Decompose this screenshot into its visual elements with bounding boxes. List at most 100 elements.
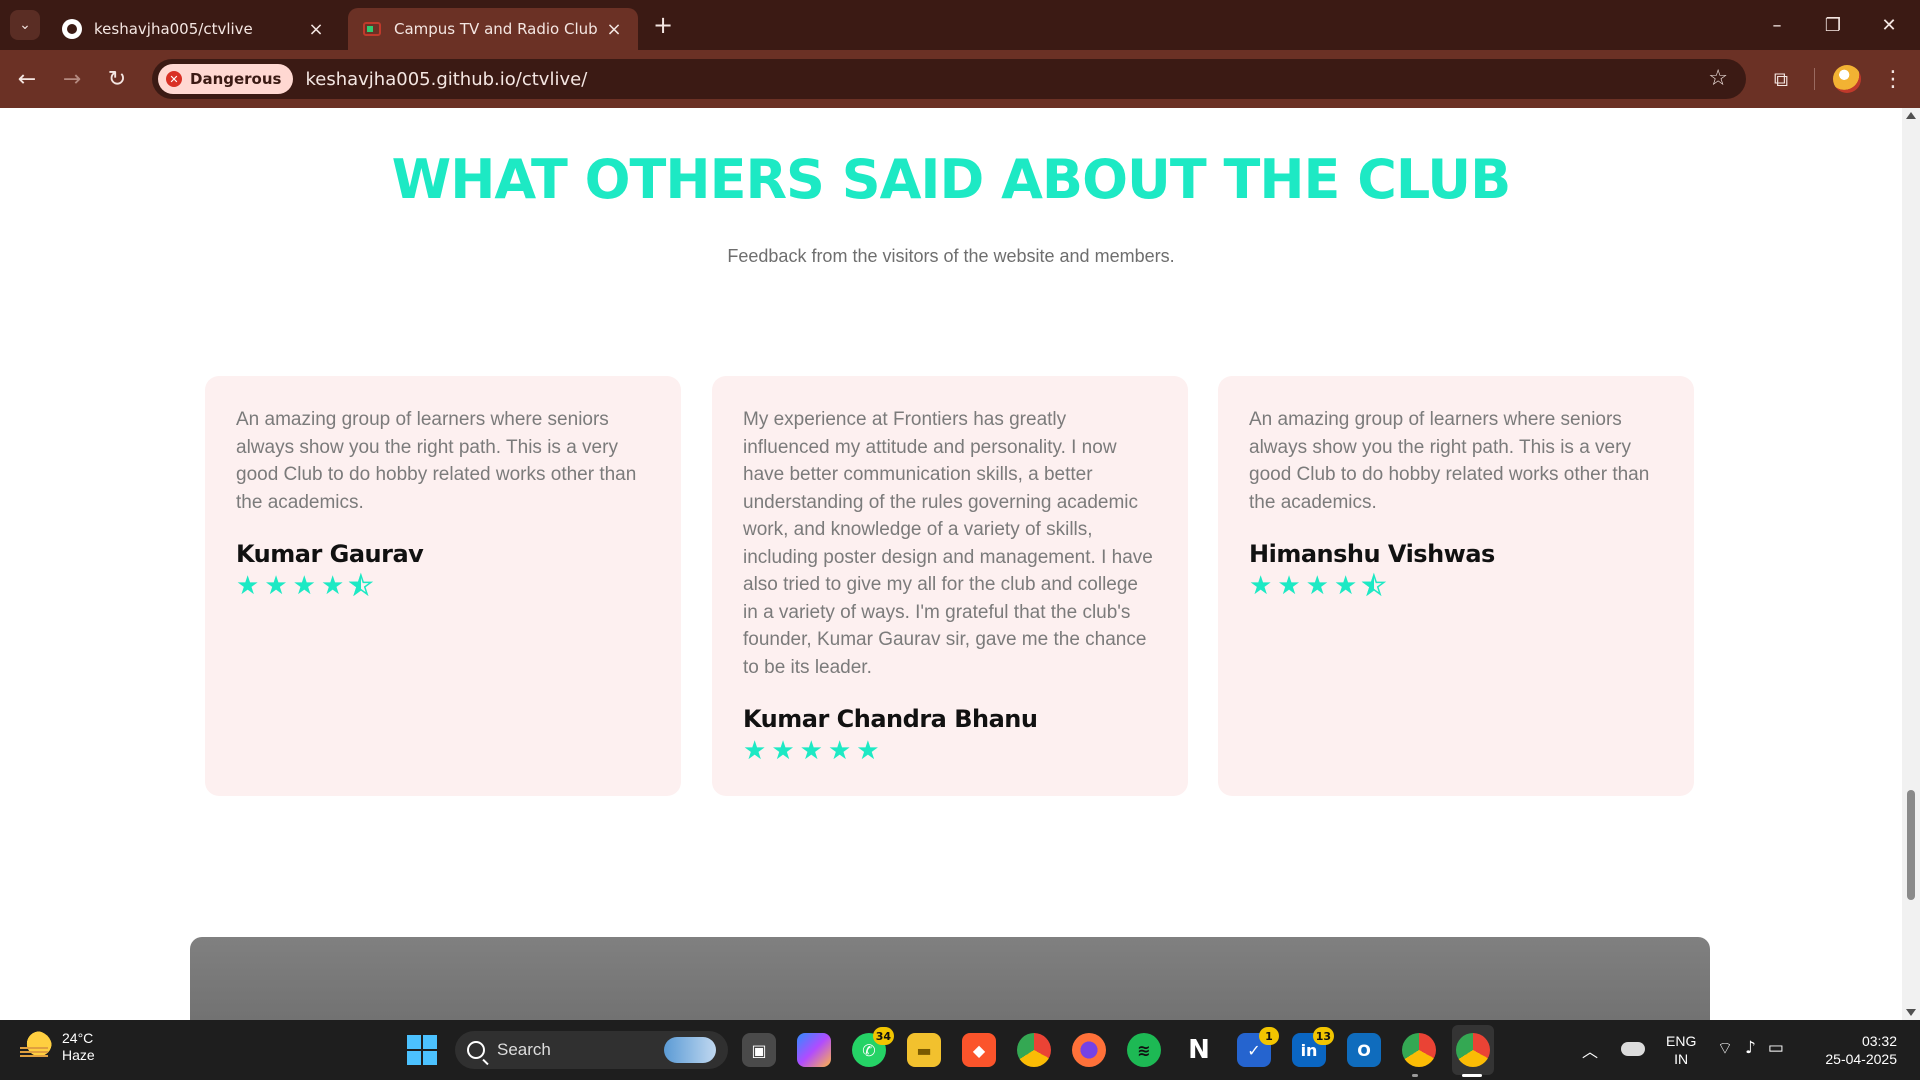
tab-title: Campus TV and Radio Club (394, 20, 598, 38)
security-status-chip[interactable]: ✕ Dangerous (158, 64, 294, 94)
star-full-icon: ★ (827, 736, 852, 766)
taskbar-search[interactable]: Search (455, 1031, 728, 1069)
minimize-icon[interactable]: – (1757, 8, 1797, 42)
copilot-icon[interactable] (797, 1033, 831, 1067)
security-label: Dangerous (190, 70, 282, 88)
github-icon (62, 19, 82, 39)
scroll-down-arrow-icon[interactable] (1906, 1009, 1916, 1016)
tab-campus-tv[interactable]: Campus TV and Radio Club × (348, 8, 638, 50)
whatsapp-badge: 34 (872, 1027, 894, 1045)
star-full-icon: ★ (799, 736, 823, 766)
spotify-icon[interactable]: ≋ (1127, 1033, 1161, 1067)
file-explorer-icon[interactable]: ▬ (907, 1033, 941, 1067)
star-full-icon: ★ (264, 571, 288, 601)
star-rating: ★ ★ ★ ★ ★ (743, 737, 1158, 765)
brave-browser-icon[interactable]: ◆ (962, 1033, 996, 1067)
weather-widget[interactable]: 24°C Haze (20, 1030, 95, 1064)
chrome-profile-icon[interactable] (1402, 1033, 1436, 1067)
star-full-icon: ★ (320, 571, 345, 601)
search-label: Search (497, 1040, 551, 1059)
close-tab-icon[interactable]: × (604, 19, 624, 40)
tab-search-dropdown-icon[interactable]: ⌄ (10, 10, 40, 40)
extensions-puzzle-icon[interactable]: ⧉ (1766, 64, 1796, 94)
star-full-icon: ★ (856, 736, 880, 766)
testimonial-card: An amazing group of learners where senio… (1218, 376, 1694, 796)
language-indicator[interactable]: ENG IN (1666, 1032, 1696, 1068)
outlook-icon[interactable]: O (1347, 1033, 1381, 1067)
star-full-icon: ★ (1305, 571, 1329, 601)
testimonial-card: An amazing group of learners where senio… (205, 376, 681, 796)
volume-icon[interactable]: ♪ (1745, 1038, 1756, 1059)
reviewer-name: Himanshu Vishwas (1249, 540, 1495, 568)
star-rating: ★ ★ ★ ★ ★ (1249, 571, 1664, 601)
active-app-indicator (1462, 1074, 1482, 1077)
browser-tab-bar: ⌄ keshavjha005/ctvlive × Campus TV and R… (0, 0, 1920, 50)
battery-icon[interactable]: ▭ (1768, 1038, 1784, 1059)
star-full-icon: ★ (1277, 571, 1301, 601)
chrome-icon[interactable] (1017, 1033, 1051, 1067)
notion-n-icon[interactable]: N (1182, 1033, 1216, 1067)
onedrive-cloud-icon[interactable] (1621, 1042, 1645, 1056)
close-window-icon[interactable]: ✕ (1869, 8, 1909, 42)
star-full-icon: ★ (292, 571, 316, 601)
linkedin-badge: 13 (1312, 1027, 1334, 1045)
close-tab-icon[interactable]: × (306, 19, 326, 40)
wifi-icon[interactable]: ⌔ (1717, 1038, 1733, 1059)
reviewer-name: Kumar Gaurav (236, 540, 424, 568)
tray-overflow-chevron-icon[interactable]: ︿ (1582, 1038, 1598, 1062)
testimonial-quote: My experience at Frontiers has greatly i… (743, 409, 1153, 678)
star-full-icon: ★ (743, 736, 767, 766)
whatsapp-icon[interactable]: ✆ 34 (852, 1027, 894, 1067)
reload-icon[interactable]: ↻ (102, 64, 132, 94)
testimonial-card: My experience at Frontiers has greatly i… (712, 376, 1188, 796)
windows-taskbar: 24°C Haze Search ▣ ✆ 34 ▬ ◆ ≋ N ✓ 1 in 13 O… (0, 1020, 1920, 1080)
scroll-up-arrow-icon[interactable] (1906, 112, 1916, 119)
toolbar-divider (1814, 68, 1815, 90)
linkedin-icon[interactable]: in 13 (1292, 1027, 1334, 1067)
footer-section (190, 937, 1710, 1020)
clock-time: 03:32 (1861, 1033, 1897, 1049)
system-clock[interactable]: 03:32 25-04-2025 (1817, 1032, 1897, 1068)
search-icon (467, 1041, 485, 1059)
address-bar[interactable]: ✕ Dangerous keshavjha005.github.io/ctvli… (152, 59, 1746, 99)
todo-badge: 1 (1259, 1027, 1279, 1045)
browser-toolbar: ← → ↻ ✕ Dangerous keshavjha005.github.io… (0, 50, 1920, 108)
star-full-icon: ★ (1333, 571, 1358, 601)
bookmark-star-icon[interactable]: ☆ (1708, 66, 1728, 91)
language-code: ENG (1666, 1033, 1697, 1049)
profile-avatar[interactable] (1833, 65, 1861, 93)
danger-icon: ✕ (166, 71, 182, 87)
forward-arrow-icon[interactable]: → (57, 64, 87, 94)
star-full-icon: ★ (771, 736, 795, 766)
section-subtitle: Feedback from the visitors of the websit… (727, 246, 1175, 266)
tab-github[interactable]: keshavjha005/ctvlive × (48, 8, 340, 50)
region-code: IN (1674, 1051, 1689, 1067)
url-text[interactable]: keshavjha005.github.io/ctvlive/ (305, 69, 587, 90)
star-full-icon: ★ (1249, 571, 1273, 601)
back-arrow-icon[interactable]: ← (12, 64, 42, 94)
page-viewport: WHAT OTHERS SAID ABOUT THE CLUB Feedback… (0, 108, 1902, 1020)
search-highlight-icon (664, 1037, 716, 1063)
testimonial-quote: An amazing group of learners where senio… (1249, 409, 1650, 513)
kebab-menu-icon[interactable]: ⋮ (1878, 64, 1908, 94)
chrome-active-icon[interactable] (1456, 1033, 1490, 1067)
weather-temperature: 24°C (62, 1030, 94, 1046)
haze-weather-icon (20, 1031, 52, 1063)
app-open-indicator (1412, 1074, 1418, 1077)
star-half-icon: ★ (348, 571, 373, 601)
tab-title: keshavjha005/ctvlive (94, 20, 253, 38)
new-tab-icon[interactable]: + (650, 11, 676, 39)
scrollbar-thumb[interactable] (1907, 790, 1915, 900)
reviewer-name: Kumar Chandra Bhanu (743, 705, 1038, 733)
windows-start-icon[interactable] (407, 1035, 437, 1065)
microsoft-todo-icon[interactable]: ✓ 1 (1237, 1027, 1279, 1067)
task-view-icon[interactable]: ▣ (742, 1033, 776, 1067)
star-rating: ★ ★ ★ ★ ★ (236, 571, 651, 601)
weather-description: Haze (62, 1047, 95, 1063)
star-half-icon: ★ (1361, 571, 1386, 601)
tv-icon (362, 19, 382, 39)
firefox-icon[interactable] (1072, 1033, 1106, 1067)
section-title: WHAT OTHERS SAID ABOUT THE CLUB (391, 148, 1512, 211)
page-scrollbar[interactable] (1902, 108, 1920, 1020)
restore-icon[interactable]: ❐ (1813, 8, 1853, 42)
